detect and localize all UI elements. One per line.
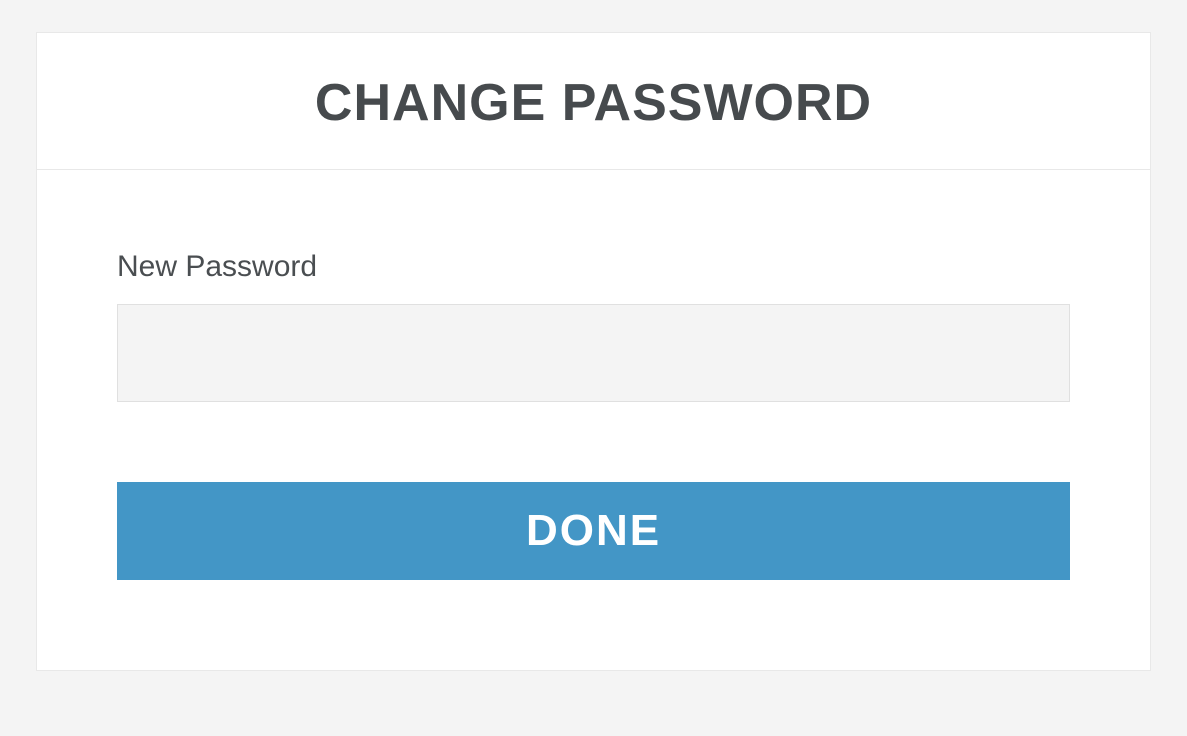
new-password-label: New Password	[117, 250, 1070, 284]
new-password-input[interactable]	[117, 304, 1070, 402]
done-button[interactable]: DONE	[117, 482, 1070, 580]
card-body: New Password DONE	[37, 170, 1150, 670]
card-header: CHANGE PASSWORD	[37, 33, 1150, 170]
change-password-card: CHANGE PASSWORD New Password DONE	[36, 32, 1151, 671]
page-title: CHANGE PASSWORD	[57, 73, 1130, 133]
